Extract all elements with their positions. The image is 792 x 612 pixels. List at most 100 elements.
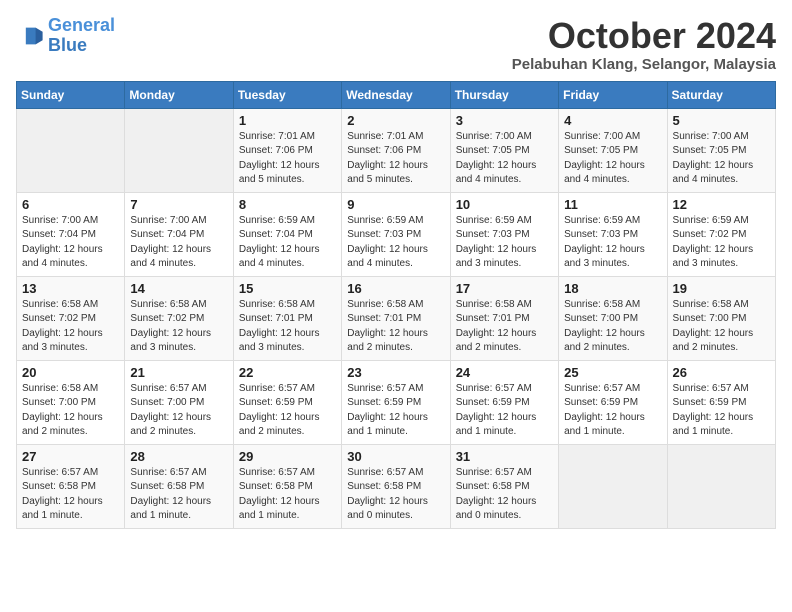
- calendar-cell: 5Sunrise: 7:00 AM Sunset: 7:05 PM Daylig…: [667, 108, 775, 192]
- day-number: 24: [456, 365, 553, 380]
- day-info: Sunrise: 6:58 AM Sunset: 7:02 PM Dayligh…: [22, 298, 119, 356]
- day-info: Sunrise: 6:58 AM Sunset: 7:02 PM Dayligh…: [130, 298, 227, 356]
- calendar-cell: 15Sunrise: 6:58 AM Sunset: 7:01 PM Dayli…: [233, 276, 341, 360]
- day-number: 14: [130, 281, 227, 296]
- day-info: Sunrise: 6:57 AM Sunset: 6:59 PM Dayligh…: [456, 382, 553, 440]
- dow-tuesday: Tuesday: [233, 81, 341, 108]
- calendar-cell: 25 Sunrise: 6:57 AM Sunset: 6:59 PM Dayli…: [559, 360, 667, 444]
- calendar-cell: 8 Sunrise: 6:59 AM Sunset: 7:04 PM Daylig…: [233, 192, 341, 276]
- day-info: Sunrise: 6:59 AM Sunset: 7:03 PM Dayligh…: [347, 214, 444, 272]
- calendar-cell: 7Sunrise: 7:00 AM Sunset: 7:04 PM Daylig…: [125, 192, 233, 276]
- day-info: Sunrise: 7:01 AM Sunset: 7:06 PM Dayligh…: [239, 130, 336, 188]
- calendar-cell: 9 Sunrise: 6:59 AM Sunset: 7:03 PM Daylig…: [342, 192, 450, 276]
- calendar-cell: 10Sunrise: 6:59 AM Sunset: 7:03 PM Dayli…: [450, 192, 558, 276]
- day-info: Sunrise: 6:58 AM Sunset: 7:01 PM Dayligh…: [456, 298, 553, 356]
- calendar-cell: 18Sunrise: 6:58 AM Sunset: 7:00 PM Dayli…: [559, 276, 667, 360]
- calendar-cell: [125, 108, 233, 192]
- day-info: Sunrise: 6:58 AM Sunset: 7:00 PM Dayligh…: [22, 382, 119, 440]
- calendar-cell: 13 Sunrise: 6:58 AM Sunset: 7:02 PM Dayli…: [17, 276, 125, 360]
- day-number: 5: [673, 113, 770, 128]
- calendar-cell: 16Sunrise: 6:58 AM Sunset: 7:01 PM Dayli…: [342, 276, 450, 360]
- calendar-cell: 29 Sunrise: 6:57 AM Sunset: 6:58 PM Dayli…: [233, 444, 341, 528]
- day-number: 23: [347, 365, 444, 380]
- day-number: 20: [22, 365, 119, 380]
- day-info: Sunrise: 6:57 AM Sunset: 6:59 PM Dayligh…: [239, 382, 336, 440]
- calendar-cell: 3Sunrise: 7:00 AM Sunset: 7:05 PM Daylig…: [450, 108, 558, 192]
- day-info: Sunrise: 6:58 AM Sunset: 7:00 PM Dayligh…: [564, 298, 661, 356]
- calendar-cell: 17 Sunrise: 6:58 AM Sunset: 7:01 PM Dayli…: [450, 276, 558, 360]
- day-number: 17: [456, 281, 553, 296]
- day-number: 28: [130, 449, 227, 464]
- dow-saturday: Saturday: [667, 81, 775, 108]
- calendar-cell: 31 Sunrise: 6:57 AM Sunset: 6:58 PM Dayli…: [450, 444, 558, 528]
- calendar-cell: 30 Sunrise: 6:57 AM Sunset: 6:58 PM Dayli…: [342, 444, 450, 528]
- day-number: 22: [239, 365, 336, 380]
- calendar-cell: [559, 444, 667, 528]
- month-title: October 2024: [512, 16, 776, 56]
- dow-friday: Friday: [559, 81, 667, 108]
- day-info: Sunrise: 6:57 AM Sunset: 6:59 PM Dayligh…: [673, 382, 770, 440]
- day-info: Sunrise: 6:59 AM Sunset: 7:04 PM Dayligh…: [239, 214, 336, 272]
- calendar-table: SundayMondayTuesdayWednesdayThursdayFrid…: [16, 81, 776, 529]
- day-number: 25: [564, 365, 661, 380]
- week-row-3: 13 Sunrise: 6:58 AM Sunset: 7:02 PM Dayli…: [17, 276, 776, 360]
- dow-monday: Monday: [125, 81, 233, 108]
- day-info: Sunrise: 6:57 AM Sunset: 7:00 PM Dayligh…: [130, 382, 227, 440]
- day-info: Sunrise: 6:59 AM Sunset: 7:03 PM Dayligh…: [564, 214, 661, 272]
- dow-wednesday: Wednesday: [342, 81, 450, 108]
- week-row-5: 27 Sunrise: 6:57 AM Sunset: 6:58 PM Dayli…: [17, 444, 776, 528]
- days-of-week-header: SundayMondayTuesdayWednesdayThursdayFrid…: [17, 81, 776, 108]
- day-info: Sunrise: 6:58 AM Sunset: 7:01 PM Dayligh…: [347, 298, 444, 356]
- calendar-cell: 1 Sunrise: 7:01 AM Sunset: 7:06 PM Daylig…: [233, 108, 341, 192]
- calendar-cell: 24 Sunrise: 6:57 AM Sunset: 6:59 PM Dayli…: [450, 360, 558, 444]
- day-info: Sunrise: 6:57 AM Sunset: 6:59 PM Dayligh…: [564, 382, 661, 440]
- day-number: 9: [347, 197, 444, 212]
- day-number: 11: [564, 197, 661, 212]
- logo-text: General Blue: [48, 16, 115, 56]
- day-number: 10: [456, 197, 553, 212]
- calendar-cell: 21 Sunrise: 6:57 AM Sunset: 7:00 PM Dayli…: [125, 360, 233, 444]
- day-number: 13: [22, 281, 119, 296]
- day-info: Sunrise: 6:57 AM Sunset: 6:58 PM Dayligh…: [347, 466, 444, 524]
- week-row-1: 1 Sunrise: 7:01 AM Sunset: 7:06 PM Daylig…: [17, 108, 776, 192]
- day-info: Sunrise: 6:57 AM Sunset: 6:58 PM Dayligh…: [130, 466, 227, 524]
- day-info: Sunrise: 6:57 AM Sunset: 6:59 PM Dayligh…: [347, 382, 444, 440]
- day-info: Sunrise: 6:59 AM Sunset: 7:02 PM Dayligh…: [673, 214, 770, 272]
- day-number: 12: [673, 197, 770, 212]
- day-info: Sunrise: 6:57 AM Sunset: 6:58 PM Dayligh…: [22, 466, 119, 524]
- calendar-cell: 22 Sunrise: 6:57 AM Sunset: 6:59 PM Dayli…: [233, 360, 341, 444]
- calendar-cell: 20 Sunrise: 6:58 AM Sunset: 7:00 PM Dayli…: [17, 360, 125, 444]
- calendar-cell: 26 Sunrise: 6:57 AM Sunset: 6:59 PM Dayli…: [667, 360, 775, 444]
- calendar-cell: [667, 444, 775, 528]
- dow-thursday: Thursday: [450, 81, 558, 108]
- day-info: Sunrise: 6:58 AM Sunset: 7:00 PM Dayligh…: [673, 298, 770, 356]
- day-number: 15: [239, 281, 336, 296]
- day-number: 3: [456, 113, 553, 128]
- day-number: 6: [22, 197, 119, 212]
- calendar-cell: 2Sunrise: 7:01 AM Sunset: 7:06 PM Daylig…: [342, 108, 450, 192]
- calendar-body: 1 Sunrise: 7:01 AM Sunset: 7:06 PM Daylig…: [17, 108, 776, 528]
- day-info: Sunrise: 6:57 AM Sunset: 6:58 PM Dayligh…: [456, 466, 553, 524]
- calendar-cell: 11 Sunrise: 6:59 AM Sunset: 7:03 PM Dayli…: [559, 192, 667, 276]
- day-number: 31: [456, 449, 553, 464]
- calendar-cell: 4 Sunrise: 7:00 AM Sunset: 7:05 PM Daylig…: [559, 108, 667, 192]
- week-row-4: 20 Sunrise: 6:58 AM Sunset: 7:00 PM Dayli…: [17, 360, 776, 444]
- dow-sunday: Sunday: [17, 81, 125, 108]
- calendar-cell: 6Sunrise: 7:00 AM Sunset: 7:04 PM Daylig…: [17, 192, 125, 276]
- day-number: 27: [22, 449, 119, 464]
- calendar-cell: 12 Sunrise: 6:59 AM Sunset: 7:02 PM Dayli…: [667, 192, 775, 276]
- day-number: 26: [673, 365, 770, 380]
- week-row-2: 6 Sunrise: 7:00 AM Sunset: 7:04 PM Daylig…: [17, 192, 776, 276]
- logo: General Blue: [16, 16, 115, 56]
- day-number: 2: [347, 113, 444, 128]
- day-info: Sunrise: 6:57 AM Sunset: 6:58 PM Dayligh…: [239, 466, 336, 524]
- location-subtitle: Pelabuhan Klang, Selangor, Malaysia: [512, 56, 776, 73]
- day-number: 21: [130, 365, 227, 380]
- day-number: 4: [564, 113, 661, 128]
- day-info: Sunrise: 7:00 AM Sunset: 7:05 PM Dayligh…: [564, 130, 661, 188]
- day-info: Sunrise: 7:00 AM Sunset: 7:04 PM Dayligh…: [130, 214, 227, 272]
- day-number: 30: [347, 449, 444, 464]
- day-number: 29: [239, 449, 336, 464]
- day-number: 1: [239, 113, 336, 128]
- day-number: 8: [239, 197, 336, 212]
